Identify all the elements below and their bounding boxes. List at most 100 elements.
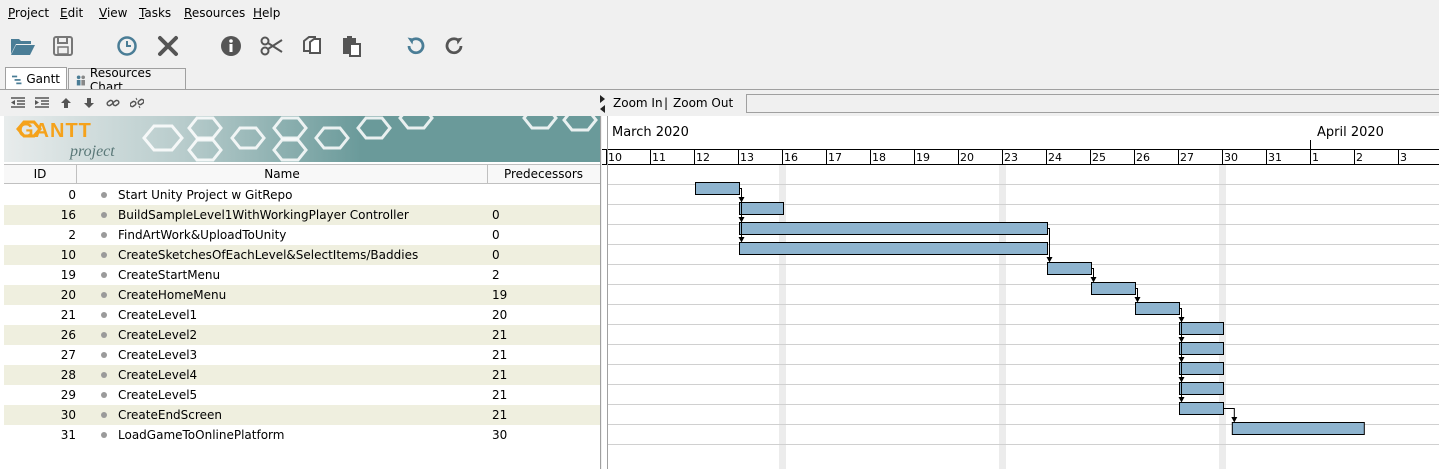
task-bullet-icon bbox=[101, 192, 107, 198]
redo-icon[interactable] bbox=[441, 32, 469, 60]
delete-icon[interactable] bbox=[154, 32, 182, 60]
task-predecessors: 20 bbox=[492, 308, 508, 322]
undo-icon[interactable] bbox=[401, 32, 429, 60]
task-name[interactable]: CreateHomeMenu bbox=[118, 285, 226, 305]
day-label: 12 bbox=[696, 151, 710, 164]
task-bar[interactable] bbox=[739, 242, 1048, 255]
gantt-chart[interactable]: March 2020 April 202010 11 12 13 16 17 18 19 20 23… bbox=[602, 116, 1439, 469]
task-bar[interactable] bbox=[1135, 302, 1180, 315]
task-bullet-icon bbox=[101, 252, 107, 258]
table-row[interactable]: 21 CreateLevel1 20 bbox=[4, 305, 600, 325]
task-bar[interactable] bbox=[1047, 262, 1092, 275]
chart-scroll-field[interactable] bbox=[746, 94, 1439, 113]
day-label: 25 bbox=[1092, 151, 1106, 164]
table-row[interactable]: 19 CreateStartMenu 2 bbox=[4, 265, 600, 285]
column-header-predecessors[interactable]: Predecessors bbox=[488, 165, 599, 184]
link-icon[interactable] bbox=[104, 95, 122, 111]
menu-resources[interactable]: Resources bbox=[184, 5, 245, 21]
task-id: 2 bbox=[68, 228, 76, 242]
table-row[interactable]: 0 Start Unity Project w GitRepo bbox=[4, 185, 600, 205]
task-bullet-icon bbox=[101, 432, 107, 438]
task-predecessors: 21 bbox=[492, 388, 508, 402]
task-bar[interactable] bbox=[1179, 342, 1224, 355]
open-folder-icon[interactable] bbox=[9, 32, 37, 60]
task-name[interactable]: CreateLevel4 bbox=[118, 365, 197, 385]
task-table-panel: GANTT project ID Name Predecessors 0 Star… bbox=[0, 90, 601, 469]
task-id: 19 bbox=[60, 268, 76, 282]
task-bullet-icon bbox=[101, 332, 107, 338]
task-name[interactable]: FindArtWork&UploadToUnity bbox=[118, 225, 286, 245]
table-row[interactable]: 2 FindArtWork&UploadToUnity 0 bbox=[4, 225, 600, 245]
table-row[interactable]: 29 CreateLevel5 21 bbox=[4, 385, 600, 405]
day-label: 30 bbox=[1224, 151, 1238, 164]
task-bullet-icon bbox=[101, 292, 107, 298]
zoom-separator: | bbox=[664, 96, 669, 110]
task-name[interactable]: CreateEndScreen bbox=[118, 405, 222, 425]
task-bar[interactable] bbox=[1179, 402, 1224, 415]
column-header-name[interactable]: Name bbox=[77, 165, 488, 184]
main-toolbar bbox=[0, 26, 1439, 66]
table-row[interactable]: 16 BuildSampleLevel1WithWorkingPlayer Con… bbox=[4, 205, 600, 225]
task-bar[interactable] bbox=[1179, 362, 1224, 375]
move-up-icon[interactable] bbox=[57, 95, 75, 111]
tab-resources-chart[interactable]: Resources Chart bbox=[68, 66, 186, 94]
task-bar[interactable] bbox=[1231, 422, 1365, 435]
task-bar[interactable] bbox=[739, 202, 784, 215]
unindent-icon[interactable] bbox=[9, 95, 27, 111]
task-bullet-icon bbox=[101, 212, 107, 218]
task-predecessors: 21 bbox=[492, 368, 508, 382]
task-name[interactable]: Start Unity Project w GitRepo bbox=[118, 185, 292, 205]
zoom-out-button[interactable]: Zoom Out bbox=[673, 96, 733, 110]
task-bar[interactable] bbox=[739, 222, 1048, 235]
unlink-icon[interactable] bbox=[128, 95, 146, 111]
table-row[interactable]: 27 CreateLevel3 21 bbox=[4, 345, 600, 365]
column-header-id[interactable]: ID bbox=[4, 165, 77, 184]
table-row[interactable]: 26 CreateLevel2 21 bbox=[4, 325, 600, 345]
menu-help[interactable]: Help bbox=[253, 5, 280, 21]
table-header: ID Name Predecessors bbox=[4, 164, 600, 184]
task-bar[interactable] bbox=[1179, 382, 1224, 395]
task-name[interactable]: CreateLevel2 bbox=[118, 325, 197, 345]
logo-subtext: project bbox=[69, 143, 115, 160]
day-label: 11 bbox=[652, 151, 666, 164]
menu-edit[interactable]: Edit bbox=[60, 5, 83, 21]
weekend-band bbox=[1219, 165, 1226, 469]
table-row[interactable]: 31 LoadGameToOnlinePlatform 30 bbox=[4, 425, 600, 445]
task-name[interactable]: CreateLevel3 bbox=[118, 345, 197, 365]
indent-icon[interactable] bbox=[33, 95, 51, 111]
task-rows: 0 Start Unity Project w GitRepo 16 BuildSam… bbox=[4, 185, 600, 445]
copy-icon[interactable] bbox=[298, 32, 326, 60]
history-icon[interactable] bbox=[113, 32, 141, 60]
task-name[interactable]: CreateStartMenu bbox=[118, 265, 220, 285]
task-predecessors: 0 bbox=[492, 228, 500, 242]
task-bar[interactable] bbox=[1179, 322, 1224, 335]
task-name[interactable]: LoadGameToOnlinePlatform bbox=[118, 425, 284, 445]
task-predecessors: 19 bbox=[492, 288, 508, 302]
day-label: 1 bbox=[1312, 151, 1319, 164]
zoom-in-button[interactable]: Zoom In bbox=[613, 96, 663, 110]
table-row[interactable]: 20 CreateHomeMenu 19 bbox=[4, 285, 600, 305]
info-icon[interactable] bbox=[217, 32, 245, 60]
task-name[interactable]: CreateLevel1 bbox=[118, 305, 197, 325]
day-label: 10 bbox=[608, 151, 622, 164]
task-bullet-icon bbox=[101, 412, 107, 418]
task-bar[interactable] bbox=[1091, 282, 1136, 295]
task-name[interactable]: CreateSketchesOfEachLevel&SelectItems/Ba… bbox=[118, 245, 418, 265]
task-bar[interactable] bbox=[695, 182, 740, 195]
tab-gantt[interactable]: Gantt bbox=[5, 67, 67, 90]
task-name[interactable]: CreateLevel5 bbox=[118, 385, 197, 405]
task-name[interactable]: BuildSampleLevel1WithWorkingPlayer Contr… bbox=[118, 205, 409, 225]
menu-project[interactable]: Project bbox=[8, 5, 49, 21]
paste-icon[interactable] bbox=[337, 32, 365, 60]
cut-icon[interactable] bbox=[258, 32, 286, 60]
table-row[interactable]: 30 CreateEndScreen 21 bbox=[4, 405, 600, 425]
save-icon[interactable] bbox=[49, 32, 77, 60]
move-down-icon[interactable] bbox=[80, 95, 98, 111]
menu-tasks[interactable]: Tasks bbox=[139, 5, 171, 21]
month-label: March 2020 bbox=[612, 125, 689, 140]
splitter-arrows-icon[interactable] bbox=[600, 93, 606, 113]
table-row[interactable]: 28 CreateLevel4 21 bbox=[4, 365, 600, 385]
menu-view[interactable]: View bbox=[99, 5, 127, 21]
table-row[interactable]: 10 CreateSketchesOfEachLevel&SelectItems/… bbox=[4, 245, 600, 265]
day-label: 13 bbox=[740, 151, 754, 164]
